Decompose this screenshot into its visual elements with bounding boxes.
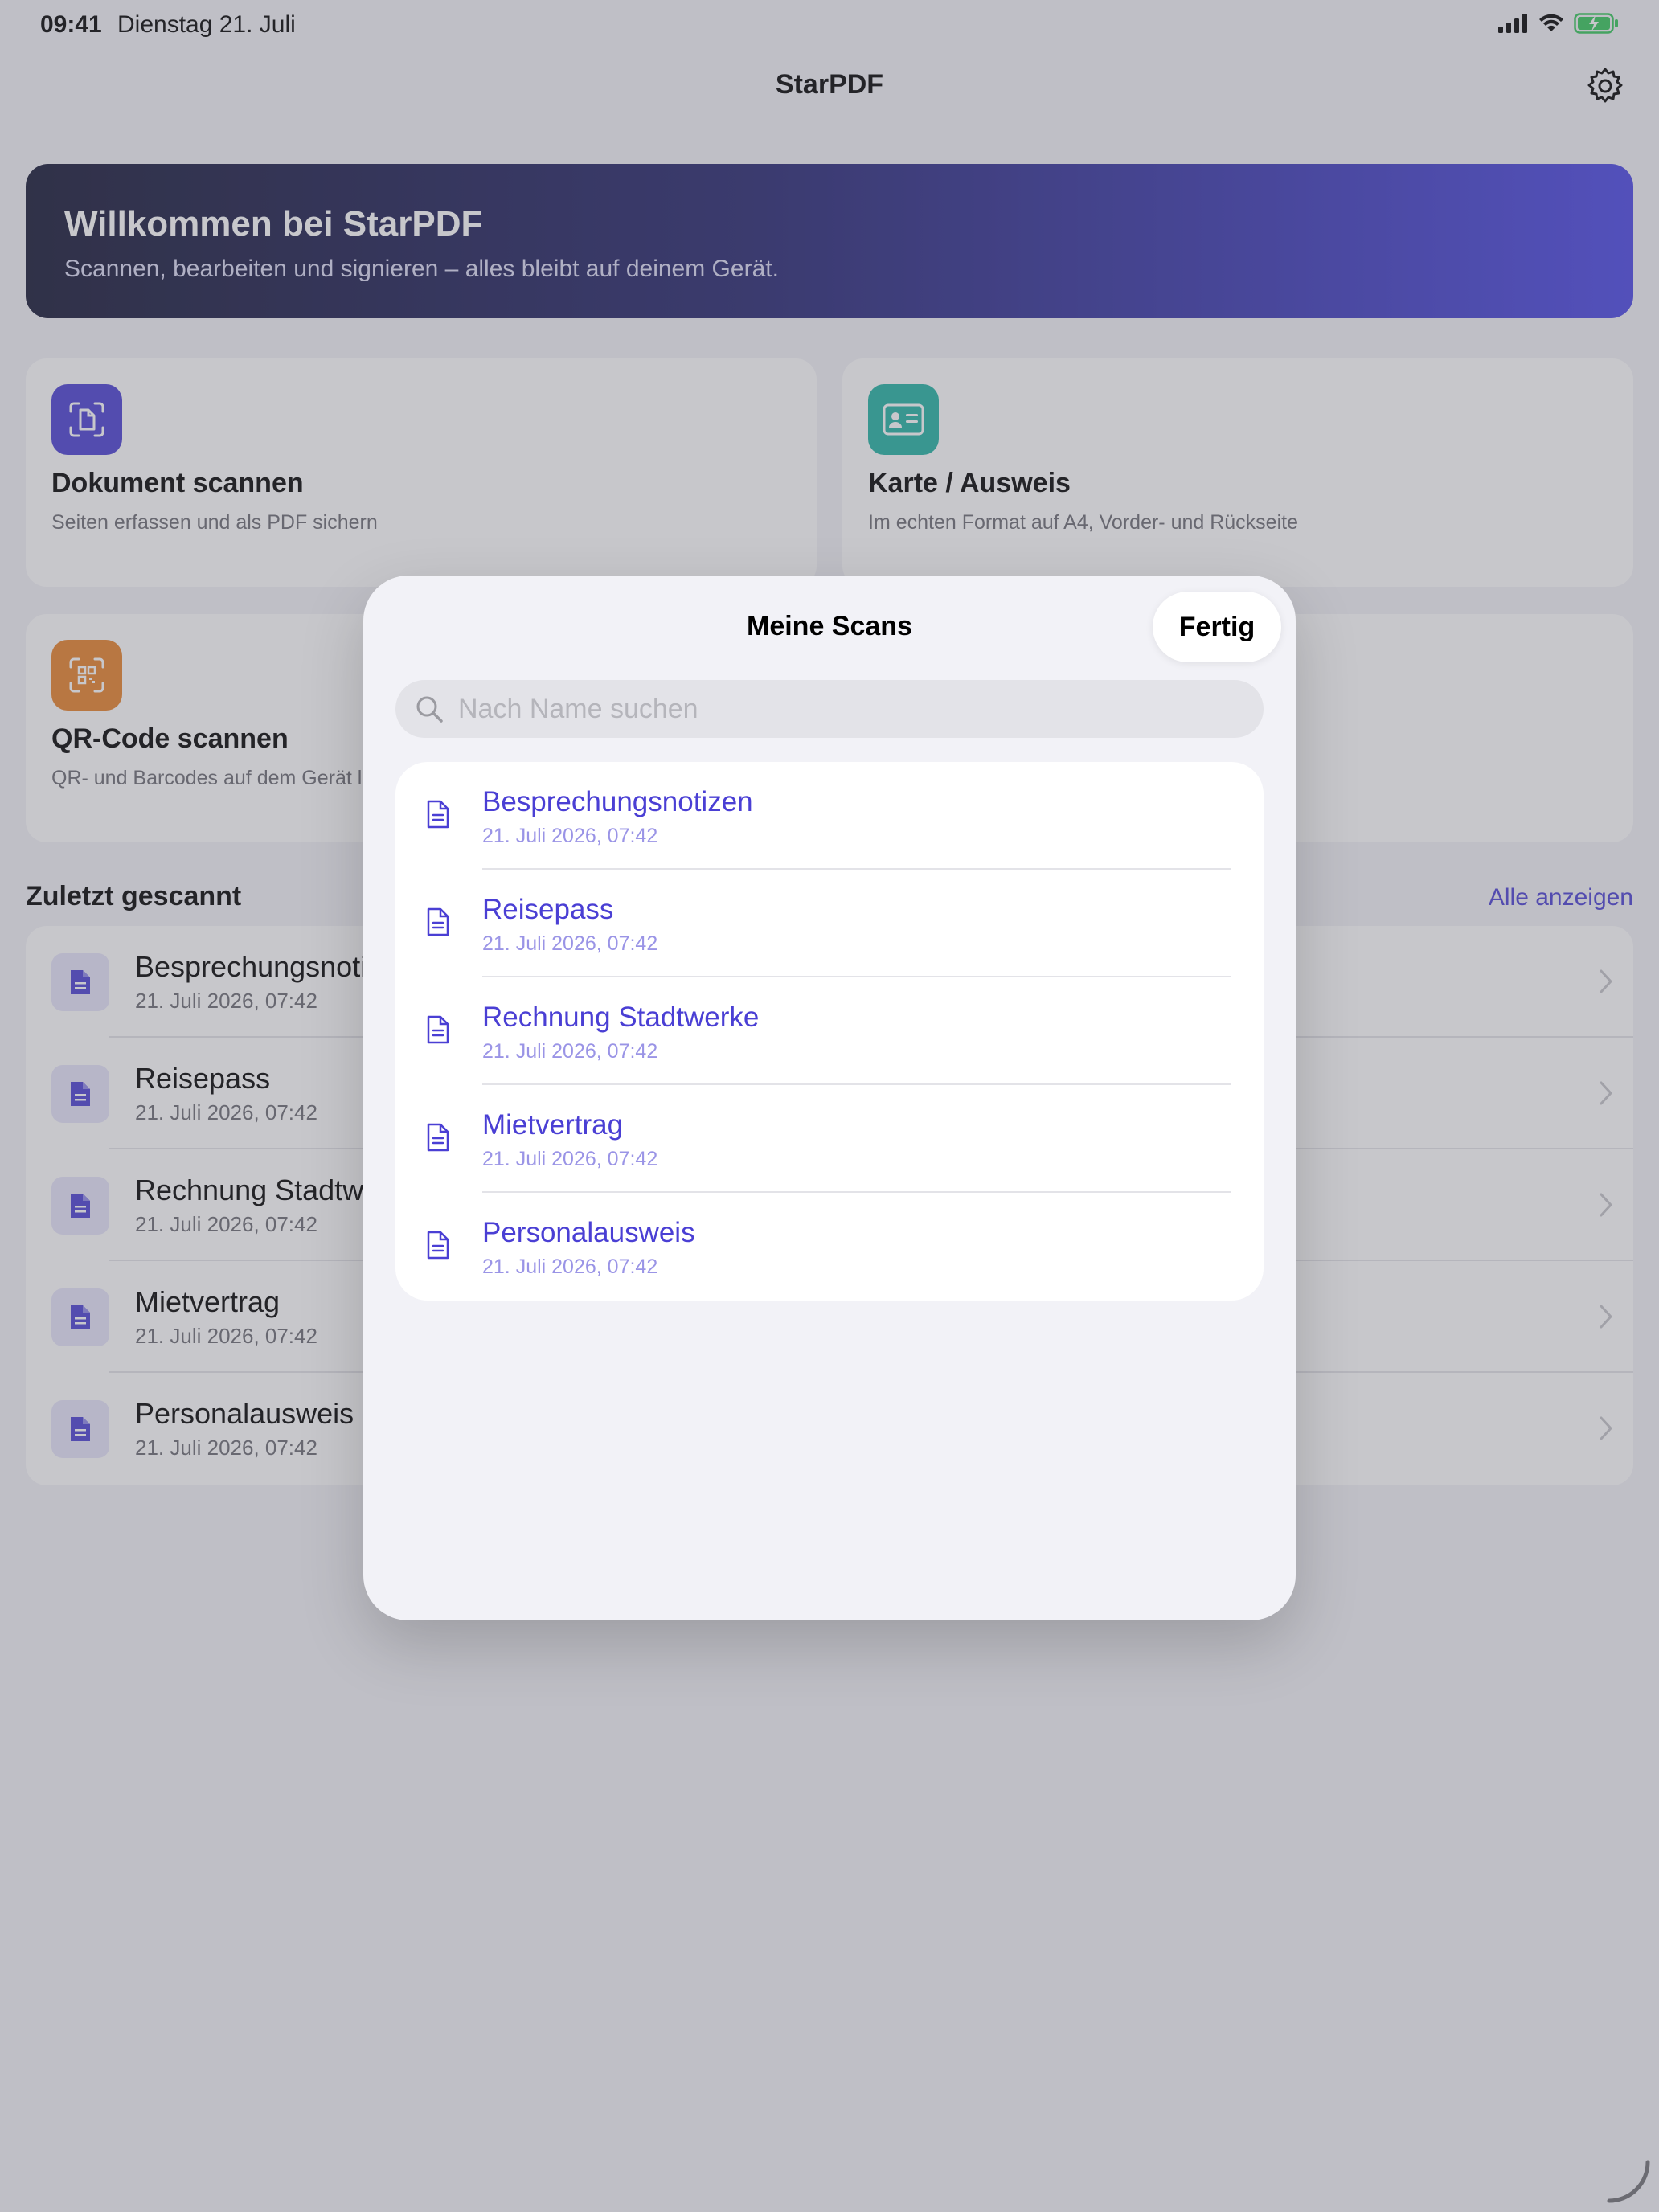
scan-list-item[interactable]: Reisepass 21. Juli 2026, 07:42 <box>395 870 1264 977</box>
my-scans-sheet: Meine Scans Fertig Besprechungsnotizen 2… <box>363 576 1296 1620</box>
resize-corner-icon <box>1607 2160 1650 2203</box>
search-icon <box>416 696 443 723</box>
scan-item-date: 21. Juli 2026, 07:42 <box>482 932 658 955</box>
document-icon <box>427 1123 449 1152</box>
search-field[interactable] <box>395 680 1264 738</box>
document-icon <box>427 800 449 829</box>
scan-item-title: Personalausweis <box>482 1217 695 1248</box>
scan-list-item[interactable]: Rechnung Stadtwerke 21. Juli 2026, 07:42 <box>395 977 1264 1085</box>
search-input[interactable] <box>458 680 1246 738</box>
scan-item-title: Reisepass <box>482 894 614 925</box>
document-icon <box>427 1015 449 1044</box>
scan-item-date: 21. Juli 2026, 07:42 <box>482 1256 658 1278</box>
scan-list-item[interactable]: Personalausweis 21. Juli 2026, 07:42 <box>395 1193 1264 1301</box>
scan-item-title: Besprechungsnotizen <box>482 786 753 817</box>
scan-list-item[interactable]: Mietvertrag 21. Juli 2026, 07:42 <box>395 1085 1264 1193</box>
document-icon <box>427 1231 449 1260</box>
scan-item-date: 21. Juli 2026, 07:42 <box>482 1148 658 1170</box>
scan-item-date: 21. Juli 2026, 07:42 <box>482 825 658 847</box>
done-button[interactable]: Fertig <box>1153 592 1281 662</box>
scan-list: Besprechungsnotizen 21. Juli 2026, 07:42… <box>395 762 1264 1301</box>
scan-item-title: Mietvertrag <box>482 1109 624 1141</box>
app-screen: 09:41 Dienstag 21. Juli StarPDF Willkomm… <box>0 0 1659 2212</box>
scan-item-title: Rechnung Stadtwerke <box>482 1002 760 1033</box>
document-icon <box>427 907 449 936</box>
scan-list-item[interactable]: Besprechungsnotizen 21. Juli 2026, 07:42 <box>395 762 1264 870</box>
scan-item-date: 21. Juli 2026, 07:42 <box>482 1040 658 1063</box>
